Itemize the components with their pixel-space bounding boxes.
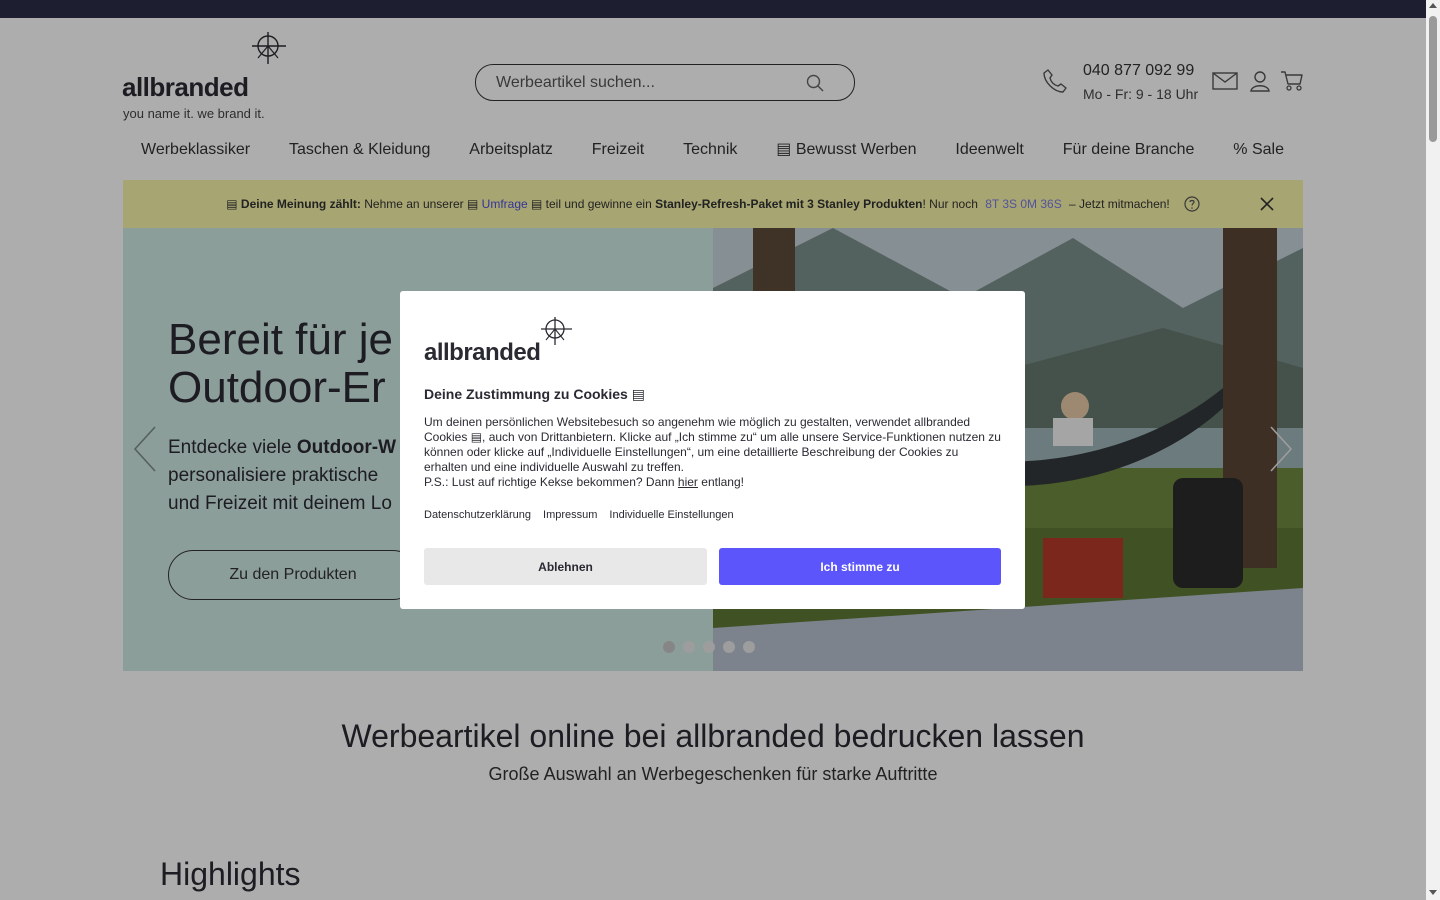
crosshair-logo-icon	[541, 317, 572, 345]
cookie-ps-pre: P.S.: Lust auf richtige Kekse bekommen? …	[424, 475, 678, 489]
cookie-body: Um deinen persönlichen Websitebesuch so …	[424, 415, 1004, 490]
cookie-title: Deine Zustimmung zu Cookies ▤	[424, 386, 645, 402]
scrollbar-thumb[interactable]	[1429, 16, 1437, 142]
imprint-link[interactable]: Impressum	[543, 509, 597, 521]
dialog-logo: allbranded	[424, 317, 584, 367]
accept-button[interactable]: Ich stimme zu	[719, 548, 1001, 585]
custom-settings-link[interactable]: Individuelle Einstellungen	[609, 509, 733, 521]
dialog-logo-wordmark: allbranded	[424, 339, 541, 366]
privacy-link[interactable]: Datenschutzerklärung	[424, 509, 531, 521]
cookie-consent-dialog: allbranded Deine Zustimmung zu Cookies ▤…	[400, 291, 1025, 609]
cookie-description: Um deinen persönlichen Websitebesuch so …	[424, 415, 1001, 474]
cookie-ps-link[interactable]: hier	[678, 475, 698, 489]
scroll-down-icon[interactable]	[1429, 890, 1437, 895]
scroll-up-icon[interactable]	[1429, 3, 1437, 8]
page-scrollbar[interactable]	[1426, 0, 1440, 900]
decline-button[interactable]: Ablehnen	[424, 548, 707, 585]
cookie-ps-post: entlang!	[697, 475, 744, 489]
cookie-links: Datenschutzerklärung Impressum Individue…	[424, 509, 734, 521]
